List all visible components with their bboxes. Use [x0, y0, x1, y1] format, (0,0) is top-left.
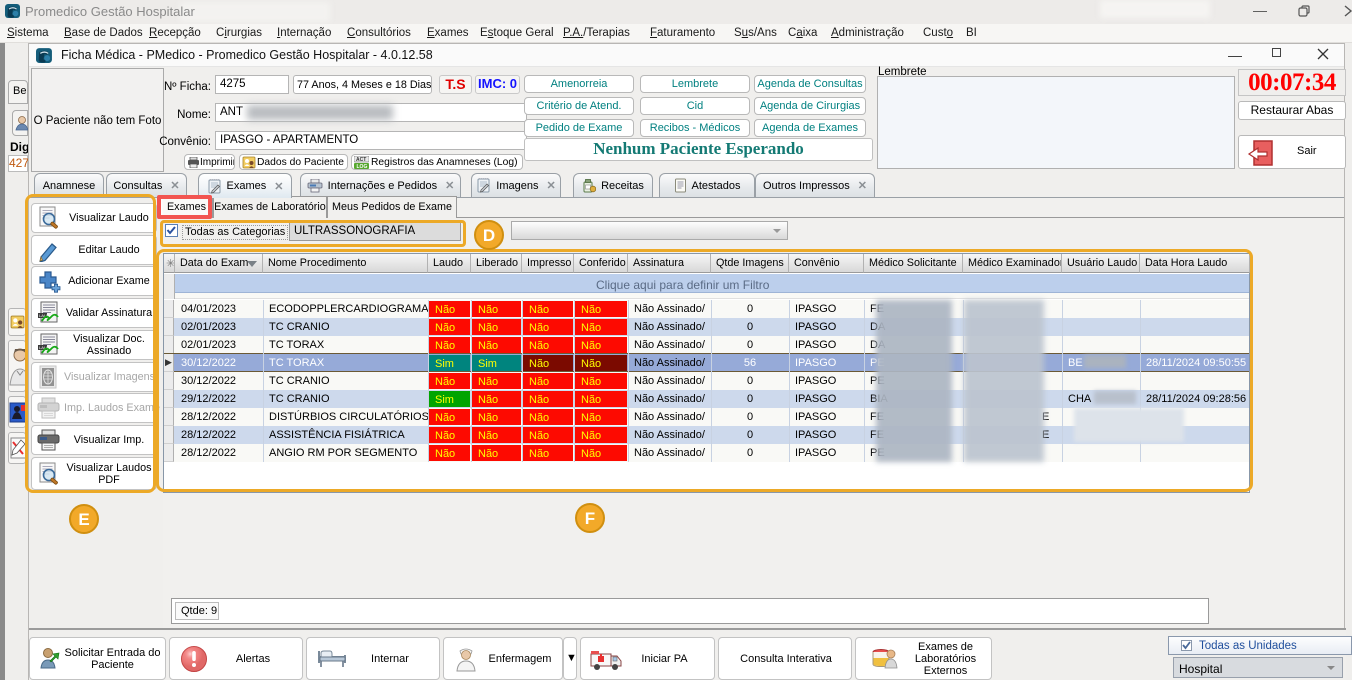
svg-text:LOG: LOG	[357, 164, 368, 169]
svg-text:ACT: ACT	[356, 157, 366, 163]
